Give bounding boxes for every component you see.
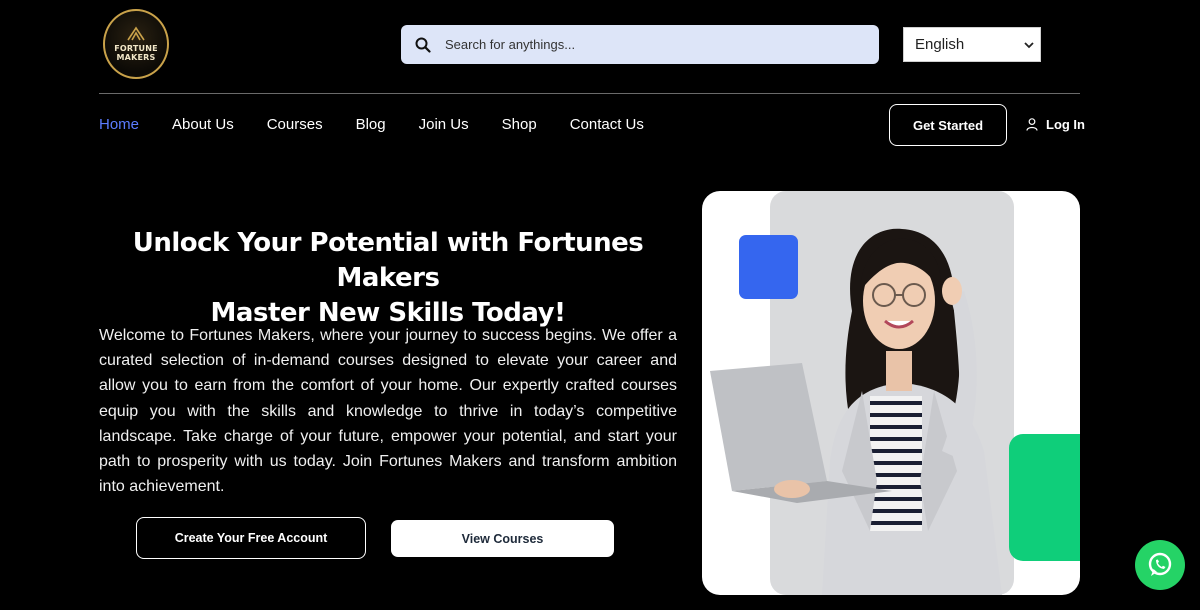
hero-title: Unlock Your Potential with Fortunes Make… bbox=[99, 226, 677, 331]
logo-text-line1: FORTUNE bbox=[114, 44, 158, 53]
language-select[interactable]: English bbox=[903, 27, 1041, 62]
hero-image-card bbox=[702, 191, 1080, 595]
view-courses-button[interactable]: View Courses bbox=[391, 520, 614, 557]
chevron-down-icon bbox=[1024, 41, 1034, 48]
hero-title-line1: Unlock Your Potential with Fortunes Make… bbox=[132, 228, 644, 293]
header-divider bbox=[99, 93, 1080, 94]
search-icon bbox=[415, 37, 431, 53]
create-account-button[interactable]: Create Your Free Account bbox=[136, 517, 366, 559]
search-input[interactable] bbox=[445, 37, 845, 52]
whatsapp-chat-button[interactable] bbox=[1135, 540, 1185, 590]
get-started-button[interactable]: Get Started bbox=[889, 104, 1007, 146]
nav-item-shop[interactable]: Shop bbox=[502, 116, 537, 133]
search-bar[interactable] bbox=[401, 25, 879, 64]
nav-item-about-us[interactable]: About Us bbox=[172, 116, 234, 133]
hero-description: Welcome to Fortunes Makers, where your j… bbox=[99, 327, 677, 496]
nav-item-blog[interactable]: Blog bbox=[356, 116, 386, 133]
login-link[interactable]: Log In bbox=[1026, 117, 1085, 132]
brand-logo[interactable]: FORTUNE MAKERS bbox=[103, 9, 169, 79]
user-icon bbox=[1026, 118, 1038, 131]
language-selected-value: English bbox=[915, 36, 965, 53]
logo-mark-icon bbox=[127, 26, 145, 41]
main-nav: Home About Us Courses Blog Join Us Shop … bbox=[99, 116, 677, 133]
login-label: Log In bbox=[1046, 117, 1085, 132]
whatsapp-icon bbox=[1148, 552, 1172, 576]
woman-with-laptop-image bbox=[710, 228, 1002, 595]
nav-item-contact-us[interactable]: Contact Us bbox=[570, 116, 644, 133]
logo-text-line2: MAKERS bbox=[116, 53, 156, 62]
nav-item-home[interactable]: Home bbox=[99, 116, 139, 133]
nav-item-courses[interactable]: Courses bbox=[267, 116, 323, 133]
nav-item-join-us[interactable]: Join Us bbox=[419, 116, 469, 133]
